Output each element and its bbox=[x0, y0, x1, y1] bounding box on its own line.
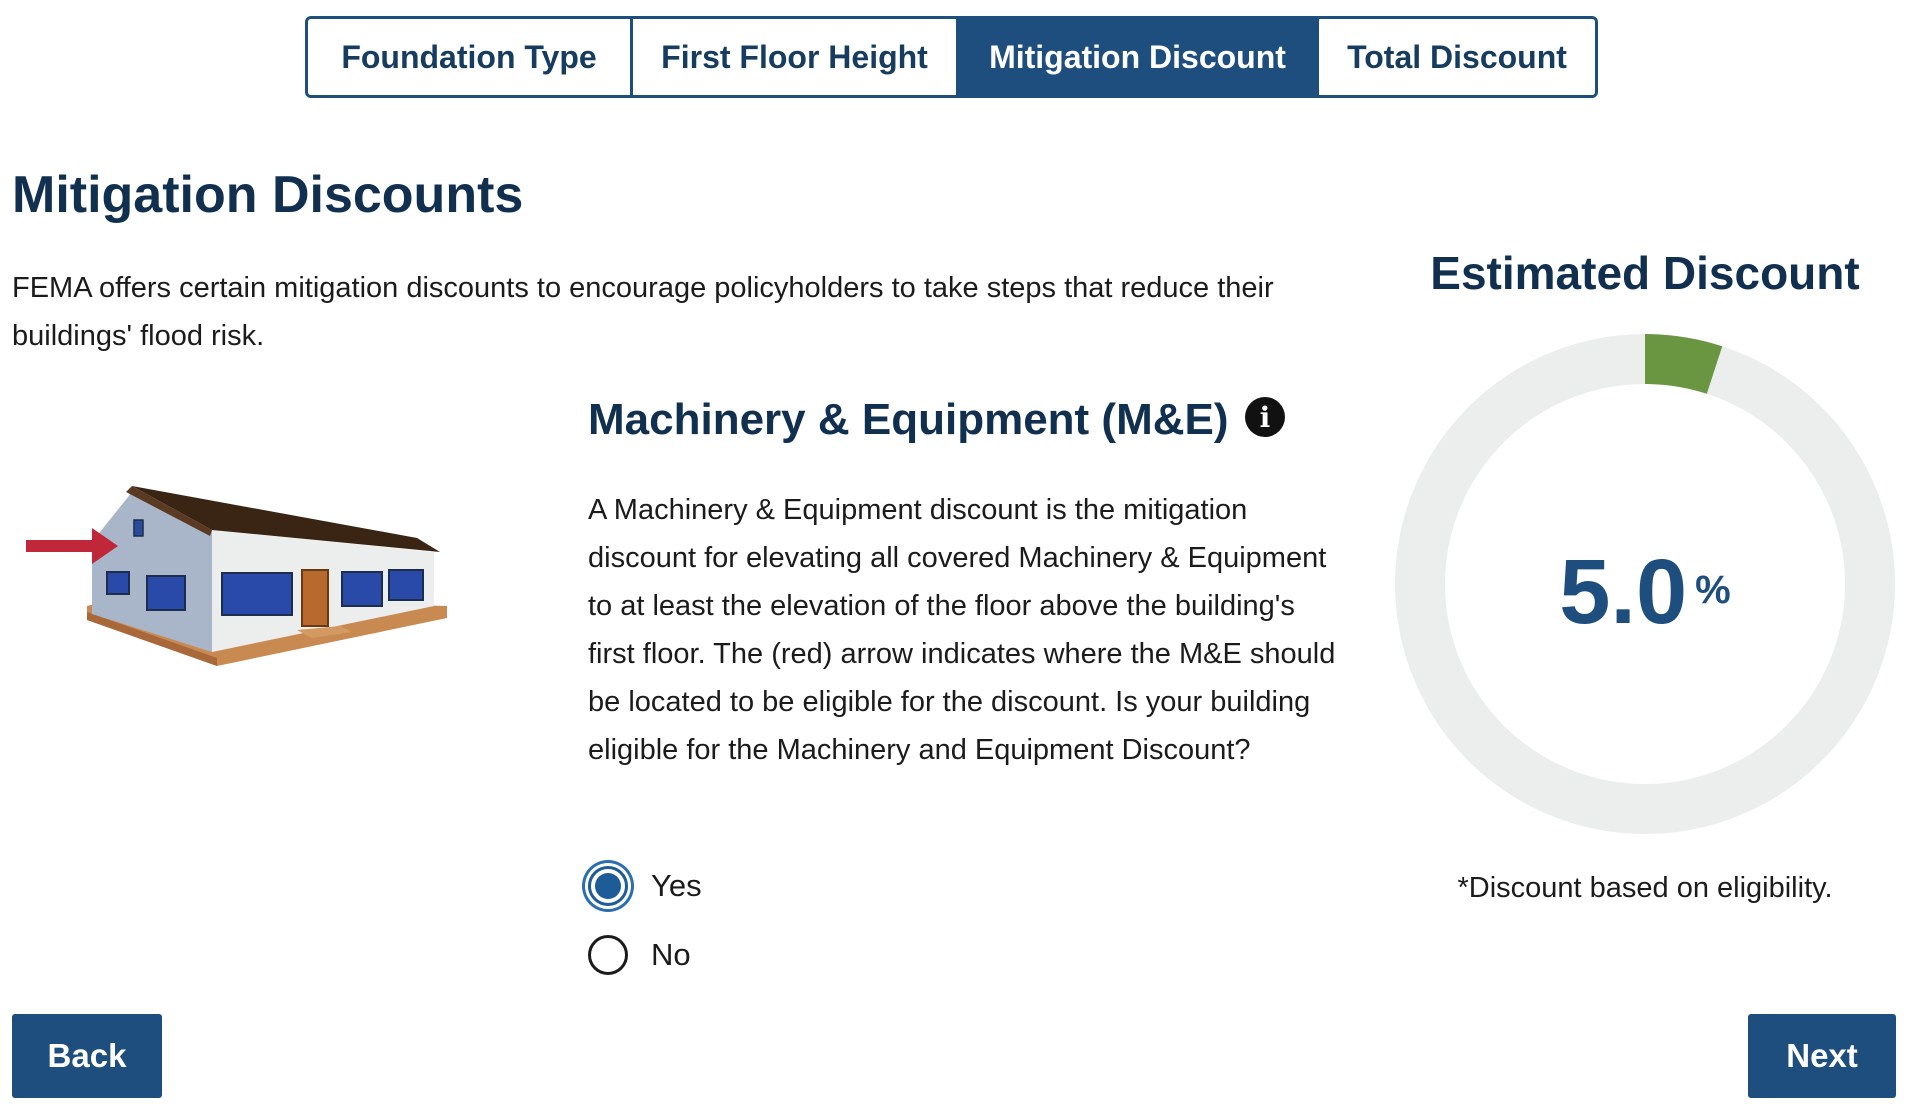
radio-label-no: No bbox=[651, 937, 691, 972]
info-icon[interactable]: i bbox=[1245, 397, 1285, 437]
section-description: A Machinery & Equipment discount is the … bbox=[588, 494, 1336, 766]
estimated-discount-title: Estimated Discount bbox=[1430, 247, 1860, 299]
discount-footnote: *Discount based on eligibility. bbox=[1457, 872, 1833, 904]
discount-number: 5.0 bbox=[1559, 541, 1688, 643]
discount-unit: % bbox=[1695, 568, 1731, 612]
tab-mitigation-discount[interactable]: Mitigation Discount bbox=[959, 19, 1319, 95]
tab-total-discount[interactable]: Total Discount bbox=[1319, 19, 1595, 95]
donut-fill bbox=[1644, 334, 1723, 394]
page-title: Mitigation Discounts bbox=[12, 166, 524, 224]
radio-option-no[interactable]: No bbox=[588, 935, 691, 975]
discount-value: 5.0% bbox=[1395, 540, 1895, 645]
radio-option-yes[interactable]: Yes bbox=[588, 866, 702, 906]
tab-first-floor-height[interactable]: First Floor Height bbox=[633, 19, 959, 95]
next-button[interactable]: Next bbox=[1748, 1014, 1896, 1098]
back-button[interactable]: Back bbox=[12, 1014, 162, 1098]
tab-foundation-type[interactable]: Foundation Type bbox=[308, 19, 633, 95]
house-illustration bbox=[26, 486, 447, 666]
radio-button-no[interactable] bbox=[588, 935, 628, 975]
radio-button-yes[interactable] bbox=[588, 866, 628, 906]
step-tabs: Foundation Type First Floor Height Mitig… bbox=[305, 16, 1598, 98]
section-title: Machinery & Equipment (M&E) bbox=[588, 395, 1229, 444]
radio-label-yes: Yes bbox=[651, 868, 702, 903]
intro-text: FEMA offers certain mitigation discounts… bbox=[12, 272, 1274, 352]
